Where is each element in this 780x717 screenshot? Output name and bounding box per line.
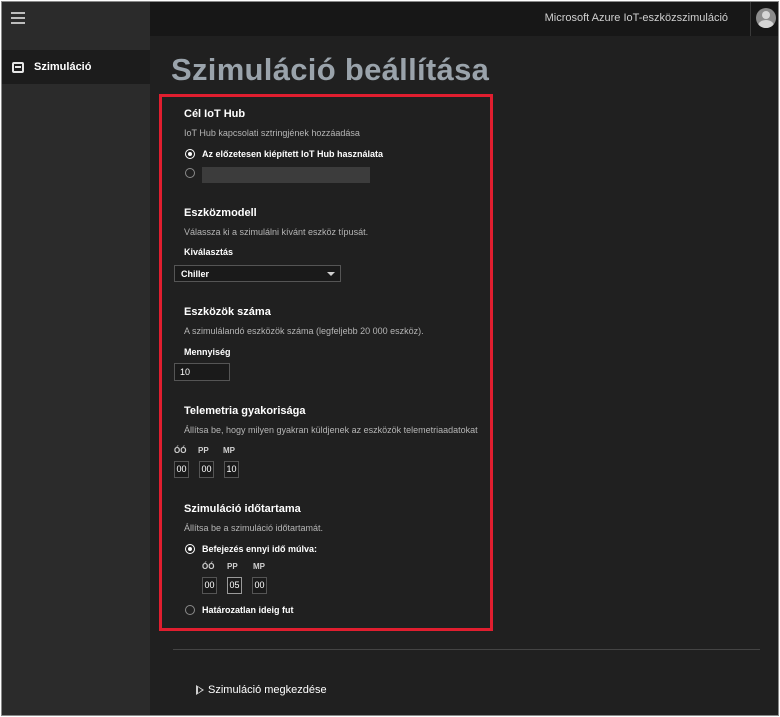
app-title: Microsoft Azure IoT-eszközszimuláció <box>544 12 728 24</box>
device-count-title: Eszközök száma <box>184 306 271 318</box>
device-count-input[interactable]: 10 <box>174 363 230 381</box>
page-title: Szimuláció beállítása <box>171 52 490 87</box>
end-after-label: Befejezés ennyi idő múlva: <box>202 544 318 554</box>
start-simulation-button[interactable]: Szimuláció megkezdése <box>196 684 327 696</box>
duration-description: Állítsa be a szimuláció időtartamát. <box>184 523 324 533</box>
duration-seconds-input[interactable]: 00 <box>252 577 267 594</box>
duration-minutes-input[interactable]: 05 <box>227 577 242 594</box>
iot-hub-title: Cél IoT Hub <box>184 108 246 120</box>
sidebar-item-label: Szimuláció <box>34 61 92 73</box>
device-model-description: Válassza ki a szimulálni kívánt eszköz t… <box>184 227 369 237</box>
duration-hours-label: ÓÓ <box>202 562 215 571</box>
main-content: Szimuláció beállítása Cél IoT Hub IoT Hu… <box>150 36 778 715</box>
device-model-title: Eszközmodell <box>184 207 257 219</box>
connection-string-radio[interactable] <box>185 168 195 178</box>
settings-highlight-box: Cél IoT Hub IoT Hub kapcsolati sztringjé… <box>159 94 493 631</box>
run-indefinitely-radio[interactable] <box>185 605 195 615</box>
chevron-down-icon <box>327 272 335 276</box>
sidebar-item-simulation[interactable]: Szimuláció <box>2 50 150 84</box>
play-icon <box>196 685 204 695</box>
telemetry-seconds-label: MP <box>223 446 235 455</box>
device-model-select[interactable]: Chiller <box>174 265 341 282</box>
device-count-description: A szimulálandó eszközök száma (legfeljeb… <box>184 326 424 336</box>
duration-seconds-label: MP <box>253 562 265 571</box>
device-icon <box>12 61 24 73</box>
telemetry-minutes-label: PP <box>198 446 209 455</box>
telemetry-title: Telemetria gyakorisága <box>184 405 306 417</box>
preprovisioned-hub-label: Az előzetesen kiépített IoT Hub használa… <box>202 149 384 159</box>
iot-hub-description: IoT Hub kapcsolati sztringjének hozzáadá… <box>184 128 360 138</box>
telemetry-hours-label: ÓÓ <box>174 446 187 455</box>
hamburger-menu-icon[interactable] <box>11 12 25 24</box>
duration-title: Szimuláció időtartama <box>184 503 301 515</box>
divider <box>173 649 760 650</box>
user-menu[interactable] <box>750 2 778 36</box>
run-indefinitely-label: Határozatlan ideig fut <box>202 605 294 615</box>
telemetry-seconds-input[interactable]: 10 <box>224 461 239 478</box>
end-after-radio[interactable] <box>185 544 195 554</box>
duration-minutes-label: PP <box>227 562 238 571</box>
telemetry-minutes-input[interactable]: 00 <box>199 461 214 478</box>
start-simulation-label: Szimuláció megkezdése <box>208 684 327 696</box>
sidebar: Szimuláció <box>2 2 150 715</box>
device-model-select-label: Kiválasztás <box>184 247 234 257</box>
preprovisioned-hub-radio[interactable] <box>185 149 195 159</box>
avatar-icon[interactable] <box>756 8 776 28</box>
connection-string-input[interactable] <box>202 167 370 183</box>
device-model-selected-value: Chiller <box>181 269 210 279</box>
device-count-field-label: Mennyiség <box>184 347 231 357</box>
telemetry-description: Állítsa be, hogy milyen gyakran küldjene… <box>184 425 478 435</box>
telemetry-hours-input[interactable]: 00 <box>174 461 189 478</box>
app-window: Szimuláció Microsoft Azure IoT-eszközszi… <box>1 1 779 716</box>
top-bar: Microsoft Azure IoT-eszközszimuláció <box>150 2 778 36</box>
duration-hours-input[interactable]: 00 <box>202 577 217 594</box>
